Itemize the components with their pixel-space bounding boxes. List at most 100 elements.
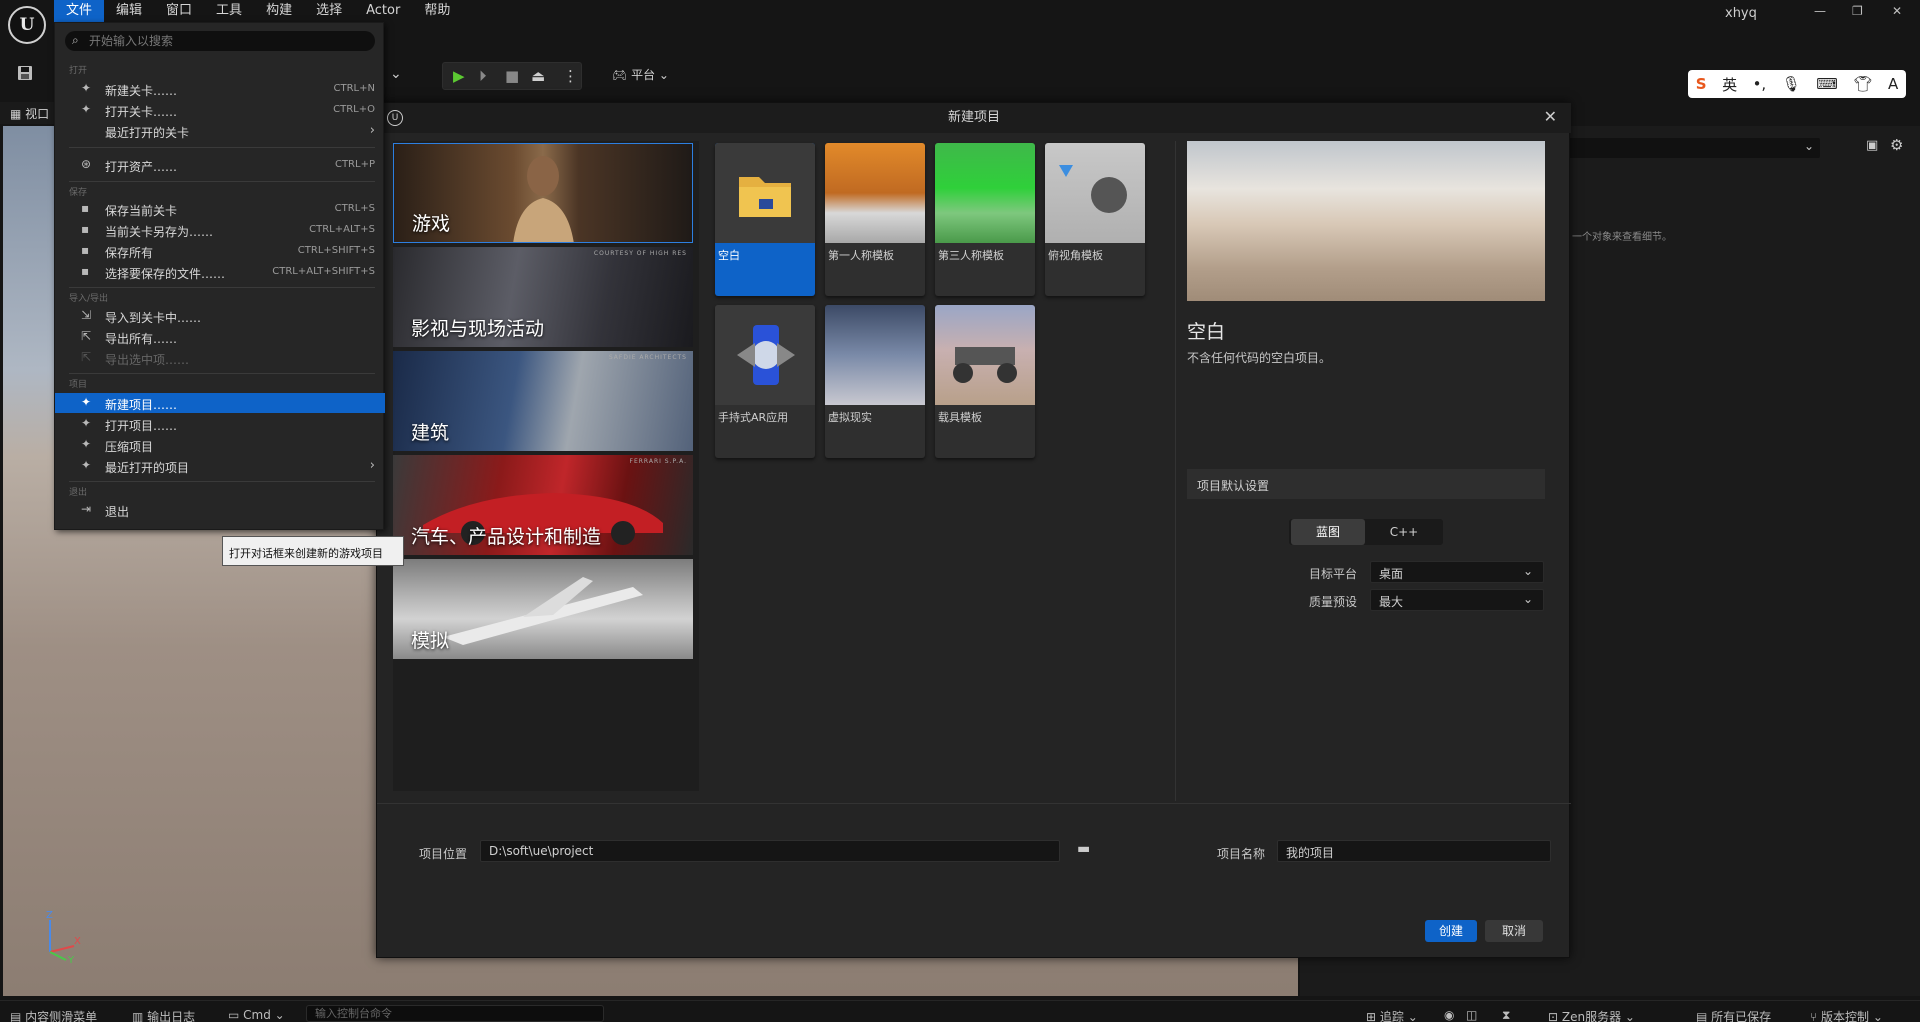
quality-preset-select[interactable]: 最大 ⌄ bbox=[1370, 589, 1544, 611]
category-simulation[interactable]: 模拟 bbox=[393, 559, 693, 659]
record-icon[interactable]: ◉ bbox=[1444, 1008, 1454, 1022]
details-search[interactable]: ⌄ bbox=[1560, 138, 1820, 158]
restore-icon[interactable]: ❐ bbox=[1852, 4, 1863, 18]
close-window-icon[interactable]: ✕ bbox=[1892, 4, 1902, 18]
unreal-logo-icon: U bbox=[387, 110, 403, 126]
step-icon[interactable]: ⏵ bbox=[479, 67, 487, 85]
blueprint-cpp-toggle: 蓝图 C++ bbox=[1289, 519, 1443, 545]
template-top-down[interactable]: 俯视角模板 bbox=[1045, 143, 1145, 296]
camera-icon[interactable]: ◫ bbox=[1466, 1008, 1477, 1022]
menu-file[interactable]: 文件 bbox=[54, 0, 105, 22]
menu-import-into-level[interactable]: ⇲ 导入到关卡中…… bbox=[55, 306, 385, 326]
version-control-button[interactable]: ⑂ 版本控制 ⌄ bbox=[1810, 1008, 1883, 1022]
menu-bar: 文件 编辑 窗口 工具 构建 选择 Actor 帮助 bbox=[54, 0, 462, 22]
menu-save-level-as[interactable]: ▪ 当前关卡另存为…… CTRL+ALT+S bbox=[55, 220, 385, 240]
viewport-tab[interactable]: ▦ 视口 bbox=[0, 102, 60, 124]
template-handheld-ar[interactable]: 手持式AR应用 bbox=[715, 305, 815, 458]
sogou-logo-icon: S bbox=[1695, 75, 1707, 93]
ime-toolbar[interactable]: S 英 •, 🎙︎ ⌨︎ 👕︎ A bbox=[1688, 70, 1906, 98]
menu-help[interactable]: 帮助 bbox=[412, 0, 462, 22]
menu-save-all[interactable]: ▪ 保存所有 CTRL+SHIFT+S bbox=[55, 241, 385, 261]
import-icon: ⇲ bbox=[81, 308, 92, 322]
menu-open-asset[interactable]: ⊛ 打开资产…… CTRL+P bbox=[55, 155, 385, 175]
menu-recent-levels[interactable]: 最近打开的关卡 › bbox=[55, 121, 385, 141]
menu-choose-files-to-save[interactable]: ▪ 选择要保存的文件…… CTRL+ALT+SHIFT+S bbox=[55, 262, 385, 282]
content-drawer-button[interactable]: ▤ 内容侧滑菜单 bbox=[10, 1008, 97, 1022]
template-vehicle[interactable]: 载具模板 bbox=[935, 305, 1035, 458]
menu-export-all[interactable]: ⇱ 导出所有…… bbox=[55, 327, 385, 347]
menu-zip-project[interactable]: ✦ 压缩项目 bbox=[55, 435, 385, 455]
menu-recent-projects[interactable]: ✦ 最近打开的项目 › bbox=[55, 456, 385, 476]
menu-window[interactable]: 窗口 bbox=[154, 0, 204, 22]
menu-build[interactable]: 构建 bbox=[254, 0, 304, 22]
target-platform-select[interactable]: 桌面 ⌄ bbox=[1370, 561, 1544, 583]
trace-button[interactable]: ⊞ 追踪 ⌄ bbox=[1366, 1008, 1418, 1022]
menu-actor[interactable]: Actor bbox=[354, 0, 412, 22]
menu-select[interactable]: 选择 bbox=[304, 0, 354, 22]
ime-mode[interactable]: 英 bbox=[1722, 74, 1737, 95]
menu-new-project[interactable]: ✦ 新建项目…… bbox=[55, 393, 385, 413]
menu-open-level[interactable]: ✦ 打开关卡…… CTRL+O bbox=[55, 100, 385, 120]
eject-icon[interactable]: ⏏ bbox=[531, 67, 545, 85]
menu-separator bbox=[69, 481, 375, 482]
first-person-thumbnail bbox=[825, 143, 925, 243]
stop-icon[interactable]: ■ bbox=[505, 67, 519, 85]
menu-tools[interactable]: 工具 bbox=[204, 0, 254, 22]
project-location-input[interactable]: D:\soft\ue\project bbox=[480, 840, 1060, 862]
console-input[interactable]: 输入控制台命令 bbox=[306, 1005, 604, 1022]
template-third-person[interactable]: 第三人称模板 bbox=[935, 143, 1035, 296]
grid-icon: ▦ bbox=[10, 107, 22, 121]
template-virtual-reality[interactable]: 虚拟现实 bbox=[825, 305, 925, 458]
platform-button[interactable]: 🎮︎ 平台 ⌄ bbox=[612, 66, 669, 83]
menu-new-level[interactable]: ✦ 新建关卡…… CTRL+N bbox=[55, 79, 385, 99]
target-platform-label: 目标平台 bbox=[1309, 567, 1358, 581]
template-first-person[interactable]: 第一人称模板 bbox=[825, 143, 925, 296]
browse-folder-icon[interactable]: ▬ bbox=[1077, 841, 1090, 857]
output-log-button[interactable]: ▥ 输出日志 bbox=[132, 1008, 195, 1022]
menu-open-project[interactable]: ✦ 打开项目…… bbox=[55, 414, 385, 434]
section-open: 打开 bbox=[69, 66, 88, 76]
section-import-export: 导入/导出 bbox=[69, 294, 109, 304]
punctuation-icon[interactable]: •, bbox=[1753, 75, 1767, 93]
third-person-thumbnail bbox=[935, 143, 1035, 243]
close-icon[interactable]: ✕ bbox=[1544, 107, 1557, 126]
keyboard-icon[interactable]: ⌨︎ bbox=[1816, 75, 1838, 93]
details-hint: 一个对象来查看细节。 bbox=[1572, 232, 1672, 243]
menu-search-input[interactable]: 开始输入以搜索 bbox=[65, 31, 375, 51]
create-button[interactable]: 创建 bbox=[1425, 920, 1477, 942]
save-files-icon: ▪ bbox=[81, 264, 90, 278]
category-games[interactable]: 游戏 bbox=[393, 143, 693, 243]
blueprint-option[interactable]: 蓝图 bbox=[1291, 519, 1365, 545]
all-saved-button[interactable]: ▤ 所有已保存 bbox=[1696, 1008, 1771, 1022]
export-selected-icon: ⇱ bbox=[81, 350, 92, 364]
project-name-input[interactable]: 我的项目 bbox=[1277, 840, 1551, 862]
unreal-logo[interactable]: U bbox=[8, 6, 46, 44]
menu-export-selected[interactable]: ⇱ 导出选中项…… bbox=[55, 348, 385, 368]
category-automotive[interactable]: FERRARI S.P.A. 汽车、产品设计和制造 bbox=[393, 455, 693, 555]
zen-server-button[interactable]: ⊡ Zen服务器 ⌄ bbox=[1548, 1008, 1635, 1022]
menu-exit[interactable]: ⇥ 退出 bbox=[55, 500, 385, 520]
preview-image bbox=[1187, 141, 1545, 301]
file-menu-dropdown: 开始输入以搜索 ⌕ 打开 ✦ 新建关卡…… CTRL+N ✦ 打开关卡…… CTRL+O… bbox=[54, 22, 385, 530]
axis-y-label: Y bbox=[68, 955, 75, 966]
template-blank[interactable]: 空白 bbox=[715, 143, 815, 296]
menu-save-current-level[interactable]: ▪ 保存当前关卡 CTRL+S bbox=[55, 199, 385, 219]
minimize-icon[interactable]: — bbox=[1814, 4, 1826, 18]
folder-icon[interactable]: ▣ bbox=[1866, 138, 1878, 153]
category-film-live-events[interactable]: COURTESY OF HIGH RES 影视与现场活动 bbox=[393, 247, 693, 347]
category-architecture[interactable]: SAFDIE ARCHITECTS 建筑 bbox=[393, 351, 693, 451]
gear-icon[interactable]: ⚙︎ bbox=[1890, 136, 1903, 154]
chevron-down-icon[interactable]: ⌄ bbox=[390, 66, 402, 82]
hourglass-icon[interactable]: ⧗ bbox=[1502, 1008, 1510, 1022]
save-icon[interactable] bbox=[16, 64, 34, 86]
play-icon[interactable]: ▶ bbox=[453, 67, 465, 85]
ai-icon[interactable]: A bbox=[1888, 75, 1898, 93]
cancel-button[interactable]: 取消 bbox=[1485, 920, 1543, 942]
skin-icon[interactable]: 👕︎ bbox=[1853, 75, 1872, 93]
microphone-icon[interactable]: 🎙︎ bbox=[1782, 75, 1801, 93]
cmd-button[interactable]: ▭ Cmd ⌄ bbox=[228, 1008, 285, 1022]
more-options-icon[interactable]: ⋮ bbox=[563, 67, 578, 85]
cpp-option[interactable]: C++ bbox=[1367, 519, 1441, 545]
menu-edit[interactable]: 编辑 bbox=[104, 0, 154, 22]
axis-z-label: Z bbox=[46, 910, 53, 921]
